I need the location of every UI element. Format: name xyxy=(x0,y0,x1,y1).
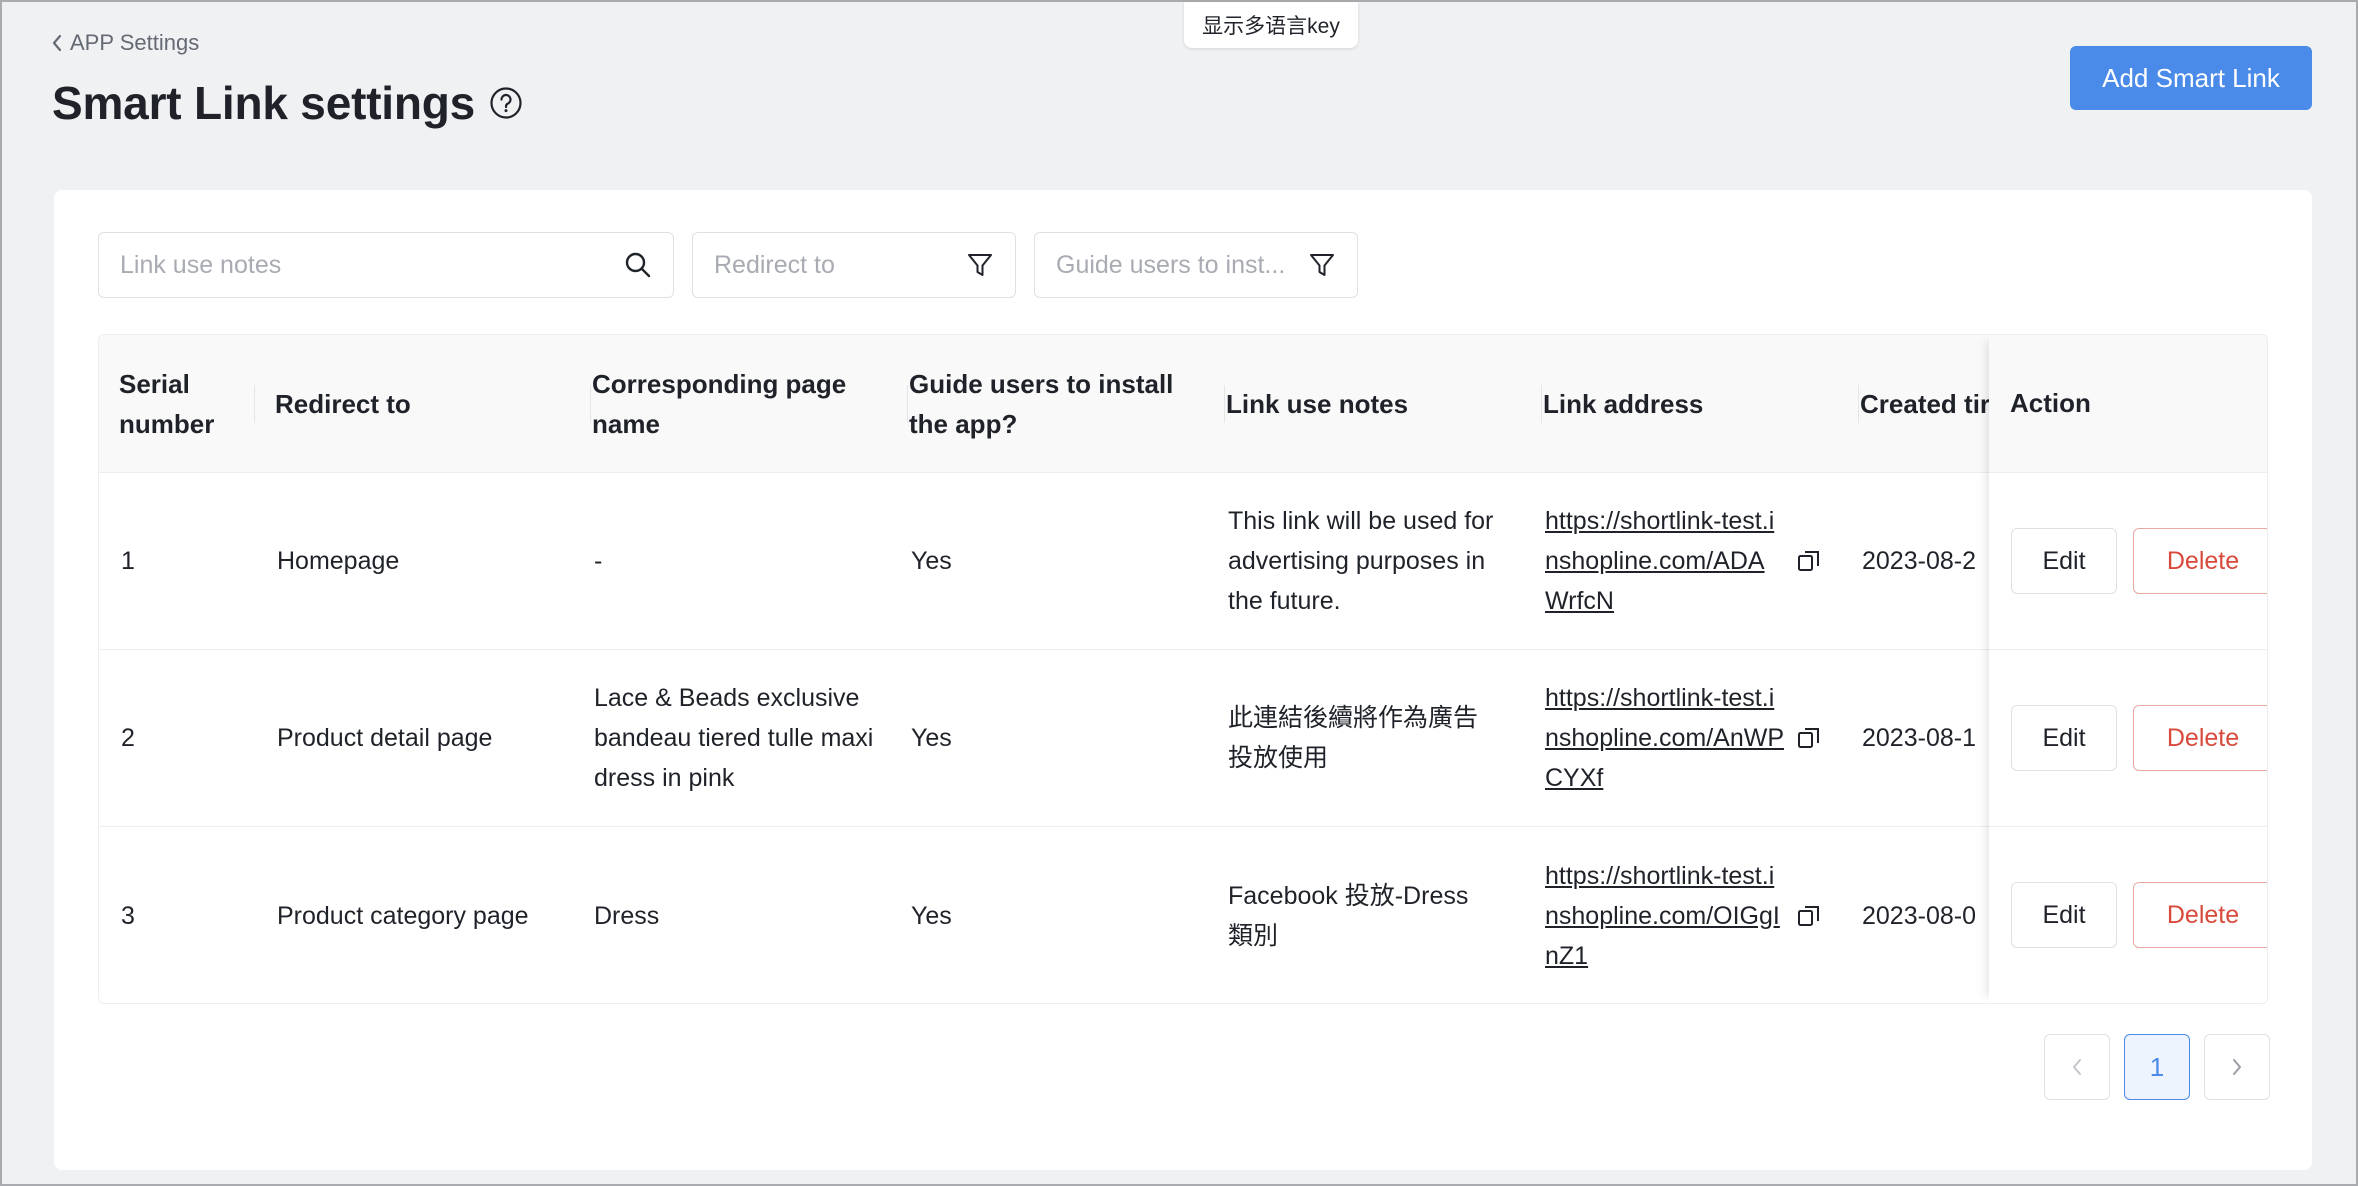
page-title: Smart Link settings xyxy=(52,77,476,129)
guide-cell: Yes xyxy=(911,901,952,930)
next-page-button[interactable] xyxy=(2204,1034,2270,1100)
header-redirect-text: Redirect to xyxy=(275,389,411,419)
column-header-action: Action xyxy=(1989,335,2267,473)
column-header-guide-install: Guide users to install the app? xyxy=(909,335,1225,473)
redirect-filter-placeholder: Redirect to xyxy=(714,250,835,279)
column-header-address: Link address xyxy=(1543,335,1859,473)
edit-button[interactable]: Edit xyxy=(2011,705,2117,771)
redirect-to-filter[interactable]: Redirect to xyxy=(692,232,1016,298)
link-notes-search-input[interactable]: Link use notes xyxy=(98,232,674,298)
header-created-text: Created tir xyxy=(1860,389,1991,419)
delete-button[interactable]: Delete xyxy=(2133,705,2267,771)
copy-icon[interactable] xyxy=(1795,902,1823,930)
guide-cell: Yes xyxy=(911,547,952,575)
header-notes-text: Link use notes xyxy=(1226,389,1409,419)
serial-cell: 2 xyxy=(121,724,135,752)
chevron-left-icon xyxy=(52,34,62,52)
search-icon[interactable] xyxy=(623,250,653,280)
delete-button[interactable]: Delete xyxy=(2133,882,2267,948)
notes-cell: Facebook 投放-Dress 類別 xyxy=(1228,881,1469,950)
prev-page-button[interactable] xyxy=(2044,1034,2110,1100)
guide-install-filter[interactable]: Guide users to inst... xyxy=(1034,232,1358,298)
show-multilang-key-toggle[interactable]: 显示多语言key xyxy=(1184,2,1358,48)
action-cell: Edit Delete xyxy=(1989,473,2267,650)
header-page-name-text: Corresponding page name xyxy=(592,369,847,439)
guide-filter-placeholder: Guide users to inst... xyxy=(1056,250,1286,279)
edit-button[interactable]: Edit xyxy=(2011,528,2117,594)
column-header-serial: Serial number xyxy=(119,335,255,473)
serial-cell: 3 xyxy=(121,901,135,930)
chevron-right-icon xyxy=(2233,1059,2241,1075)
column-header-page-name: Corresponding page name xyxy=(592,335,908,473)
header-serial-text: Serial number xyxy=(119,369,215,439)
add-smart-link-button[interactable]: Add Smart Link xyxy=(2070,46,2312,110)
edit-button[interactable]: Edit xyxy=(2011,882,2117,948)
address-cell: https://shortlink-test.inshopline.com/An… xyxy=(1545,650,1823,826)
redirect-cell: Homepage xyxy=(277,547,400,575)
guide-cell: Yes xyxy=(911,724,952,752)
redirect-cell: Product detail page xyxy=(277,724,493,752)
page-header: Smart Link settings xyxy=(52,76,523,130)
link-address[interactable]: https://shortlink-test.inshopline.com/An… xyxy=(1545,678,1785,798)
breadcrumb-back-link[interactable]: APP Settings xyxy=(50,30,199,56)
address-cell: https://shortlink-test.inshopline.com/OI… xyxy=(1545,827,1823,1003)
smart-link-table: Serial number Redirect to Corresponding … xyxy=(98,334,2268,1004)
column-header-notes: Link use notes xyxy=(1226,335,1542,473)
table-row: 3 Product category page Dress Yes Facebo… xyxy=(99,827,2267,1003)
table-row: 1 Homepage - Yes This link will be used … xyxy=(99,473,2267,650)
created-cell: 2023-08-1 xyxy=(1862,724,1976,752)
page-name-cell: Lace & Beads exclusive bandeau tiered tu… xyxy=(594,684,874,792)
filter-bar: Link use notes Redirect to Guide users t… xyxy=(98,232,1358,298)
redirect-cell: Product category page xyxy=(277,901,529,930)
table-header: Serial number Redirect to Corresponding … xyxy=(99,335,2267,473)
copy-icon[interactable] xyxy=(1795,724,1823,752)
action-cell: Edit Delete xyxy=(1989,650,2267,827)
pagination: 1 xyxy=(2044,1034,2270,1100)
page-name-cell: Dress xyxy=(594,901,660,930)
link-address[interactable]: https://shortlink-test.inshopline.com/AD… xyxy=(1545,501,1785,621)
header-guide-text: Guide users to install the app? xyxy=(909,369,1174,439)
page-number-button[interactable]: 1 xyxy=(2124,1034,2190,1100)
table-row: 2 Product detail page Lace & Beads exclu… xyxy=(99,650,2267,827)
action-column: Action Edit Delete Edit Delete Edit Dele… xyxy=(1989,335,2267,1003)
address-cell: https://shortlink-test.inshopline.com/AD… xyxy=(1545,473,1823,649)
filter-icon xyxy=(1310,254,1334,276)
serial-cell: 1 xyxy=(121,547,135,575)
notes-cell: 此連結後續將作為廣告投放使用 xyxy=(1228,704,1479,772)
header-address-text: Link address xyxy=(1543,389,1704,419)
copy-icon[interactable] xyxy=(1795,547,1823,575)
search-placeholder: Link use notes xyxy=(120,250,282,279)
delete-button[interactable]: Delete xyxy=(2133,528,2267,594)
filter-icon xyxy=(968,254,992,276)
chevron-left-icon xyxy=(2073,1059,2081,1075)
action-cell: Edit Delete xyxy=(1989,827,2267,1003)
created-cell: 2023-08-0 xyxy=(1862,901,1976,930)
created-cell: 2023-08-2 xyxy=(1862,547,1976,575)
column-header-redirect: Redirect to xyxy=(275,335,591,473)
link-address[interactable]: https://shortlink-test.inshopline.com/OI… xyxy=(1545,856,1785,976)
page-name-cell: - xyxy=(594,547,603,575)
breadcrumb-label: APP Settings xyxy=(70,30,200,55)
question-circle-icon[interactable] xyxy=(489,86,523,120)
notes-cell: This link will be used for advertising p… xyxy=(1228,507,1494,615)
content-card: Link use notes Redirect to Guide users t… xyxy=(54,190,2312,1170)
